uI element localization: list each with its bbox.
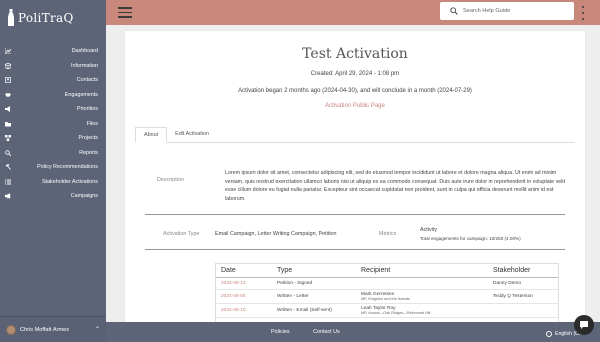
sidebar-item-engagements[interactable]: Engagements [0,88,106,103]
table-row[interactable]: 2024-06-13 Petition - Signed Danny Demo [216,277,558,290]
row-type: Written - Email (Self-sent) [272,303,356,318]
sidebar-item-dashboard[interactable]: Dashboard [0,44,106,59]
sidebar-item-label: Files [86,120,98,127]
sidebar-item-label: Contacts [76,77,98,84]
activation-type-row: Activation Type Email Campaign, Letter W… [135,227,575,245]
engagements-table: Date Type Recipient Stakeholder 2024-06-… [215,263,559,322]
footer-link-policies[interactable]: Policies [271,329,290,335]
row-date[interactable]: 2024-06-13 [216,277,272,290]
cube-icon [5,62,11,69]
sidebar-item-contacts[interactable]: Contacts [0,73,106,88]
table-header-row: Date Type Recipient Stakeholder [216,264,558,278]
bullhorn-icon [5,193,11,200]
tab-bar: About Edit Activation [135,127,575,143]
column-header-type[interactable]: Type [272,264,356,278]
sidebar-nav: Dashboard Information Contacts Engagemen… [0,44,106,204]
brand-logo[interactable]: PoliTraQ [6,8,74,28]
sidebar-item-label: Campaigns [70,193,98,200]
activation-type-label: Activation Type [163,231,200,237]
row-stakeholder [488,303,558,318]
sidebar-item-projects[interactable]: Projects [0,131,106,146]
brand-name: PoliTraQ [18,11,74,25]
list-icon [5,179,11,185]
user-menu[interactable]: Chris Moffatt Armes ⌃ [0,316,106,342]
megaphone-icon [5,106,11,113]
row-type: Petition - Signed [272,277,356,290]
more-options-icon[interactable] [580,6,586,20]
user-name: Chris Moffatt Armes [20,326,70,333]
page-title: Test Activation [302,46,408,62]
row-recipient: Mark Gerretsen MP, Kingston and the Islan… [356,289,488,304]
search-icon [5,150,11,156]
hamburger-menu-icon[interactable] [118,7,132,18]
top-bar: Search Help Guide [106,0,600,25]
row-recipient: Leah Taylor Roy MP, Aurora—Oak Ridges—Ric… [356,303,488,318]
sidebar-item-files[interactable]: Files [0,117,106,132]
recipient-riding: MP, Aurora—Oak Ridges—Richmond Hill [361,311,431,315]
chat-icon [580,321,588,329]
chat-bubble-icon[interactable] [574,315,594,335]
row-type: Written - Letter [272,289,356,304]
table-row[interactable]: 2024-06-05 Written - Letter Mark Gerrets… [216,289,558,304]
divider [145,214,565,215]
metrics-label: Metrics [379,231,397,237]
handshake-icon [5,92,11,98]
sidebar-item-label: Priorities [77,106,98,113]
project-icon [5,135,11,142]
sidebar: PoliTraQ Dashboard Information Contacts … [0,0,106,342]
sidebar-item-priorities[interactable]: Priorities [0,102,106,117]
column-header-stakeholder[interactable]: Stakeholder [488,264,558,278]
row-date[interactable]: 2024-06-05 [216,289,272,304]
tab-about[interactable]: About [135,127,168,143]
public-page-link[interactable]: Activation Public Page [125,103,585,109]
language-icon [546,331,552,337]
sidebar-item-label: Dashboard [71,48,98,55]
avatar [6,324,16,335]
bottle-logo-icon [8,9,14,26]
sidebar-item-label: Information [71,62,98,69]
page-footer: Policies Contact Us English (C... [106,322,600,342]
divider [145,249,565,250]
row-recipient [356,277,488,290]
sidebar-item-label: Engagements [64,91,98,98]
sidebar-item-reports[interactable]: Reports [0,146,106,161]
footer-link-contact[interactable]: Contact Us [313,329,340,335]
tab-edit-activation[interactable]: Edit Activation [167,127,217,142]
search-icon [450,7,458,15]
sidebar-item-label: Reports [79,149,98,156]
column-header-recipient[interactable]: Recipient [356,264,488,278]
activation-period: Activation began 2 months ago (2024-04-3… [238,88,472,94]
sidebar-item-information[interactable]: Information [0,59,106,74]
metrics-title: Activity [420,227,438,233]
metrics-detail: Total engagements for campaign: 10/250 (… [420,236,521,241]
description-label: Description [157,177,184,183]
table-row[interactable]: 2024-05-10 Written - Email (Self-sent) L… [216,303,558,318]
contacts-icon [5,77,11,84]
chart-icon [5,48,11,55]
sidebar-item-policy-recommendations[interactable]: Policy Recommendations [0,160,106,175]
folder-icon [5,121,11,127]
row-date[interactable]: 2024-05-10 [216,303,272,318]
row-stakeholder: Danny Demo [488,277,558,290]
sidebar-item-label: Policy Recommendations [37,164,98,171]
gavel-icon [5,164,11,171]
description-text: Lorem ipsum dolor sit amet, consectetur … [225,170,566,202]
sidebar-item-label: Projects [78,135,98,142]
created-date: Created: April 29, 2024 - 1:08 pm [310,71,400,77]
row-stakeholder: Teddy Q Testerson [488,289,558,304]
search-placeholder: Search Help Guide [463,8,511,14]
activation-card: Test Activation Created: April 29, 2024 … [125,31,585,322]
sidebar-item-campaigns[interactable]: Campaigns [0,189,106,204]
activation-type-value: Email Campaign, Letter Writing Campaign,… [215,231,337,237]
sidebar-item-stakeholder-activations[interactable]: Stakeholder Activations [0,175,106,190]
column-header-date[interactable]: Date [216,264,272,278]
recipient-riding: MP, Kingston and the Islands [361,297,410,301]
main-content: Test Activation Created: April 29, 2024 … [106,25,600,322]
chevron-up-icon[interactable]: ⌃ [95,326,100,333]
footer-links: Policies Contact Us [271,329,362,335]
sidebar-item-label: Stakeholder Activations [41,178,98,185]
search-input[interactable]: Search Help Guide [440,2,574,20]
